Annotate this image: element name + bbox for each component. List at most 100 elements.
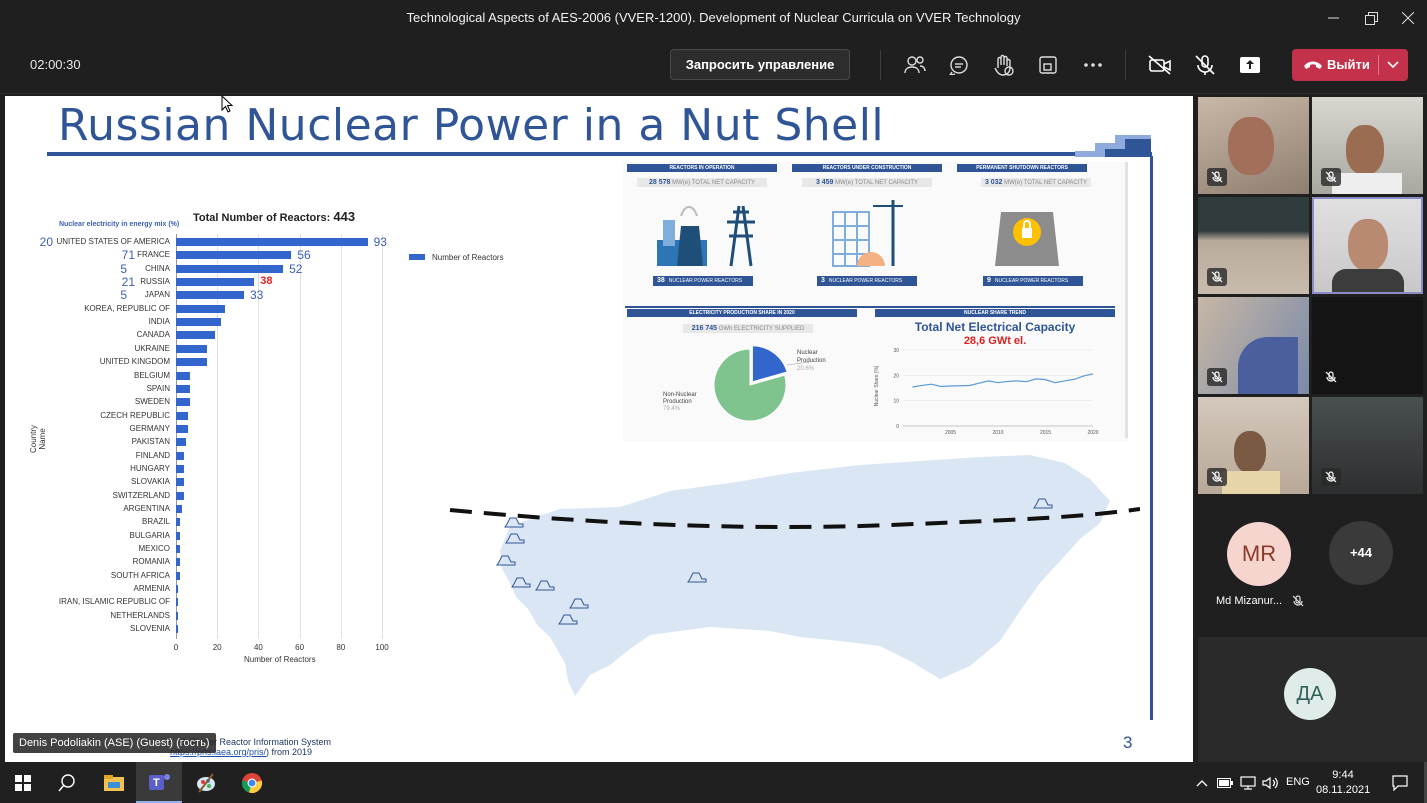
phone-hangup-icon — [1304, 61, 1322, 69]
camera-off-icon[interactable] — [1146, 51, 1174, 79]
avatar-da: ДА — [1284, 668, 1336, 720]
panel-operation-count: 38 NUCLEAR POWER REACTORS — [653, 276, 753, 286]
participant-video-tile[interactable] — [1198, 197, 1309, 294]
x-tick-label: 20 — [212, 642, 222, 652]
panel-construction-head: REACTORS UNDER CONSTRUCTION — [792, 164, 942, 172]
country-label: SLOVENIA — [129, 624, 170, 634]
reactor-status-infographic: REACTORS IN OPERATION 28 578 MW(e) TOTAL… — [5, 96, 1193, 456]
russia-map — [449, 455, 1140, 696]
network-icon[interactable] — [1236, 762, 1260, 803]
trend-head: NUCLEAR SHARE TREND — [875, 309, 1115, 317]
nonnuclear-label: Non-Nuclear Production 79.4% — [663, 392, 697, 412]
restore-icon[interactable] — [1351, 0, 1391, 36]
leave-button-divider — [1378, 55, 1379, 75]
participant-silhouette — [1234, 431, 1266, 473]
participant-tile-da[interactable]: ДА — [1198, 637, 1427, 762]
country-label: ROMANIA — [132, 557, 170, 567]
panel-shutdown-count: 9 NUCLEAR POWER REACTORS — [983, 276, 1083, 286]
mic-off-icon — [1207, 468, 1227, 486]
chrome-icon[interactable] — [229, 762, 275, 803]
avatar-mr[interactable]: MR — [1227, 522, 1291, 586]
country-label: ARGENTINA — [123, 504, 170, 513]
more-participants-button[interactable]: +44 — [1329, 521, 1393, 585]
participant-video-tile-active[interactable] — [1312, 197, 1423, 294]
search-icon[interactable] — [44, 762, 90, 803]
infographic-border — [1125, 162, 1128, 438]
panel-construction-capacity: 3 459 MW(e) TOTAL NET CAPACITY — [802, 178, 932, 187]
leave-button[interactable]: Выйти — [1292, 49, 1408, 81]
reactor-bar — [176, 625, 179, 634]
participant-silhouette — [1346, 125, 1384, 175]
reactor-bar — [176, 464, 185, 473]
y-tick-label: 30 — [893, 348, 899, 354]
reactor-bar — [176, 598, 179, 607]
notifications-icon[interactable] — [1380, 762, 1420, 803]
trend-title: Total Net Electrical Capacity — [914, 320, 1076, 334]
participant-video-tile[interactable] — [1198, 97, 1309, 194]
chevron-up-icon[interactable] — [1190, 762, 1214, 803]
more-options-icon[interactable] — [1079, 51, 1107, 79]
teams-icon[interactable]: T — [136, 762, 182, 803]
reactor-bar — [176, 478, 185, 487]
language-indicator[interactable]: ENG — [1286, 776, 1310, 788]
participant-silhouette — [1348, 219, 1388, 271]
x-tick-label: 0 — [173, 642, 179, 652]
file-explorer-icon[interactable] — [91, 762, 137, 803]
chat-icon[interactable] — [945, 51, 973, 79]
x-tick-label: 100 — [375, 642, 389, 652]
participant-silhouette — [1228, 117, 1274, 175]
x-tick-label: 60 — [295, 642, 305, 652]
meeting-timer: 02:00:30 — [30, 57, 81, 72]
participant-video-tile[interactable] — [1312, 297, 1423, 394]
x-tick-label: 2005 — [945, 430, 956, 436]
reactions-icon[interactable] — [989, 51, 1017, 79]
chevron-down-icon[interactable] — [1387, 61, 1399, 69]
start-icon[interactable] — [0, 762, 46, 803]
mic-off-icon[interactable] — [1191, 51, 1219, 79]
panel-operation-head: REACTORS IN OPERATION — [627, 164, 777, 172]
panel-operation-capacity: 28 578 MW(e) TOTAL NET CAPACITY — [637, 178, 767, 187]
mic-off-icon — [1207, 368, 1227, 386]
participant-shirt — [1332, 269, 1404, 292]
participant-video-tile[interactable] — [1312, 97, 1423, 194]
y-tick-label: 0 — [896, 424, 899, 430]
clock-date: 08.11.2021 — [1316, 784, 1371, 796]
mic-off-icon — [1292, 595, 1304, 607]
country-label: BRAZIL — [141, 517, 170, 527]
country-label: SLOVAKIA — [131, 477, 170, 487]
minimize-icon[interactable] — [1314, 0, 1354, 36]
meeting-toolbar: 02:00:30 Запросить управление Выйти — [0, 36, 1427, 94]
shared-slide: Russian Nuclear Power in a Nut Shell Nuc… — [5, 96, 1193, 762]
participant-video-tile[interactable] — [1198, 397, 1309, 494]
close-icon[interactable] — [1388, 0, 1427, 36]
share-screen-icon[interactable] — [1236, 51, 1264, 79]
country-label: IRAN, ISLAMIC REPUBLIC OF — [58, 597, 170, 607]
reactor-bar — [176, 505, 183, 513]
participant-shirt — [1222, 471, 1280, 494]
presenter-name-label: Denis Podoliakin (ASE) (Guest) (гость) — [13, 733, 216, 753]
participant-video-tile[interactable] — [1198, 297, 1309, 394]
clock[interactable]: 9:44 08.11.2021 — [1316, 768, 1370, 798]
reactor-bar — [176, 491, 185, 500]
paint-icon[interactable] — [183, 762, 229, 803]
window-title: Technological Aspects of AES-2006 (VVER-… — [406, 10, 1021, 25]
country-label: NETHERLANDS — [110, 610, 170, 620]
country-label: MEXICO — [138, 544, 170, 554]
request-control-button[interactable]: Запросить управление — [670, 49, 850, 80]
rooms-icon[interactable] — [1034, 51, 1062, 79]
mic-off-icon — [1207, 268, 1227, 286]
operating-plant-icon — [657, 205, 755, 267]
x-tick-label: 40 — [253, 642, 263, 652]
windows-taskbar: T ENG 9:44 08.11.2021 — [0, 762, 1427, 803]
participant-video-tile[interactable] — [1312, 397, 1423, 494]
country-label: SWITZERLAND — [112, 490, 170, 500]
russia-territory — [500, 455, 1110, 696]
participants-panel: MR Md Mizanur... +44 ДА — [1196, 96, 1427, 762]
participant-silhouette — [1238, 337, 1298, 394]
slide-page-number: 3 — [1123, 733, 1133, 752]
leave-label: Выйти — [1327, 57, 1370, 72]
volume-icon[interactable] — [1258, 762, 1282, 803]
construction-plant-icon — [832, 200, 903, 267]
participants-icon[interactable] — [901, 51, 929, 79]
battery-icon[interactable] — [1213, 762, 1237, 803]
